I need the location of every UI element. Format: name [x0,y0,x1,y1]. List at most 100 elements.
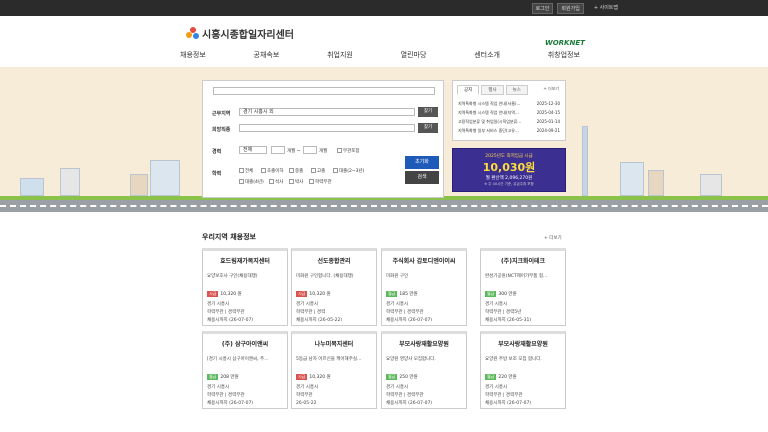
reset-button[interactable]: 초기화 [405,156,439,169]
edu-option-college4[interactable]: 대졸(4년) [239,179,264,185]
company-name: 효드림재가복지센터 [220,258,270,265]
job-card[interactable]: (주)지크화이테크 완성기공원(NCT제어가부품 협… 월급 300 만원 경기 시흥시… [480,248,566,326]
edu-option-text: 학력무관 [315,180,332,185]
edu-option-middle[interactable]: 중졸 [289,168,303,174]
edu-option-high[interactable]: 고졸 [311,168,325,174]
career-month-from-text: 개월 ~ [287,149,301,154]
notice-date: 2024-09-21 [536,128,560,133]
tab-notice[interactable]: 공지 [457,85,480,95]
keyword-input[interactable] [213,87,435,95]
edu-option-any[interactable]: 학력무관 [309,179,332,185]
pay-amount: 10,320 원 [220,292,242,297]
pay-info: 시급 10,320 원 [203,291,287,297]
education-label: 학력 [212,171,222,177]
job-type-label: 희망직종 [212,127,231,133]
job-type-input[interactable] [239,124,415,132]
nav-item-about[interactable]: 센터소개 [474,50,500,60]
job-card[interactable]: 효드림재가복지센터 요양보호사 구인(채용대행) 시급 10,320 원 경기 시흥시 학… [202,248,288,326]
edu-option-text: 대졸(4년) [245,180,264,185]
edu-option-all[interactable]: 전체 [239,168,253,174]
job-deadline: 채용시까지 (26-07-07) [386,401,433,406]
pay-amount: 220 만원 [498,375,517,380]
job-description: 요양원 주방 보조 모집 합니다. [485,357,542,362]
job-deadline: 채용시까지 (26-07-07) [386,318,433,323]
pay-amount: 10,320 원 [309,292,331,297]
pay-info: 월급 300 만원 [481,291,565,297]
career-from-input[interactable] [271,146,285,154]
pay-info: 월급 208 만원 [203,374,287,380]
top-utility-bar: 로그인 회원가입 + 사이트맵 [0,0,768,16]
job-location: 경기 시흥시 [386,302,409,307]
minimum-wage-banner[interactable]: 2025년도 최저임금 시급 10,030원 월 환산액 2,096,270원 … [452,148,566,192]
nav-item-recruit-news[interactable]: 공채속보 [254,50,280,60]
region-search-button[interactable]: 찾기 [418,107,438,117]
notice-title: 지역특화형 일부 서비스 중단(고유… [458,128,519,133]
notice-date: 2025-04-15 [536,110,560,115]
notice-title: 지역특화형 시스템 직업 안내(서울)… [458,101,521,106]
main-visual: 근무지역 경기 시흥시 외 찾기 희망직종 찾기 경력 전체 개월 ~ 개월 무… [0,67,768,212]
nav-item-startup[interactable]: 취창업정보 [548,50,580,60]
career-select[interactable]: 전체 [239,146,267,154]
edu-option-text: 중졸 [295,169,304,174]
road-strip [0,200,768,212]
list-item[interactable]: 고용직업분류 및 취업일(시직업분류… 2025-01-14 [453,117,565,126]
job-card[interactable]: 부모사랑재활요양원 요양원 영양사 모집합니다. 월급 250 만원 경기 시흥시 학력무… [381,331,467,409]
job-deadline: 채용시까지 (26-05-31) [485,318,532,323]
edu-option-master[interactable]: 석사 [269,179,283,185]
site-logo[interactable]: 시흥시종합일자리센터 [186,26,294,41]
pay-info: 월급 185 만원 [382,291,466,297]
edu-option-elementary[interactable]: 초졸이하 [261,168,284,174]
tab-event[interactable]: 행사 [481,85,504,95]
pay-amount: 185 만원 [399,292,418,297]
pay-type-badge: 시급 [207,291,219,297]
pay-amount: 208 만원 [220,375,239,380]
pay-info: 시급 10,320 원 [292,291,376,297]
login-link[interactable]: 로그인 [531,3,554,14]
edu-option-college2[interactable]: 대졸(2~3년) [333,168,364,174]
pay-type-badge: 월급 [386,374,398,380]
job-location: 경기 시흥시 [386,385,409,390]
building-illustration [620,162,644,196]
section-more-link[interactable]: + 더보기 [544,235,562,241]
company-name: (주)지크화이테크 [500,258,546,265]
list-item[interactable]: 지역특화형 시스템 직업 안내(서울)… 2025-12-30 [453,99,565,108]
tower-illustration [582,126,588,196]
sitemap-link[interactable]: + 사이트맵 [594,3,618,14]
nav-item-open-forum[interactable]: 열린마당 [401,50,427,60]
career-any-checkbox[interactable]: 무관포함 [337,148,360,154]
worknet-text: WORKNET [545,39,585,47]
job-description: 5등급 남자 어르신을 케어해주실… [296,357,362,362]
job-card[interactable]: 부모사랑재활요양원 요양원 주방 보조 모집 합니다. 월급 220 만원 경기 시흥시… [480,331,566,409]
utility-links: 로그인 회원가입 + 사이트맵 [531,3,618,14]
notice-date: 2025-12-30 [536,101,560,106]
job-requirements: 학력무관 | 경력무관 [485,393,523,398]
worknet-logo[interactable]: WORKNET [545,39,585,47]
region-input[interactable]: 경기 시흥시 외 [239,108,415,116]
edu-option-text: 전체 [245,169,254,174]
job-card[interactable]: 선도종합관리 미화원 구인합니다. (채용대행) 시급 10,320 원 경기 시흥시 학… [291,248,377,326]
company-name: 부모사랑재활요양원 [399,341,449,348]
tab-news[interactable]: 뉴스 [505,85,528,95]
join-link[interactable]: 회원가입 [557,3,584,14]
job-requirements: 학력무관 | 경력무관 [207,393,245,398]
job-card[interactable]: (주) 삼구아이앤씨 [경기 시흥시 삼구아이앤씨, 주… 월급 208 만원 경기 시… [202,331,288,409]
job-card[interactable]: 나누미복지센터 5등급 남자 어르신을 케어해주실… 시급 10,320 원 경기 시흥… [291,331,377,409]
company-name: 주식회사 갑토디엔이이씨 [392,258,456,265]
pay-type-badge: 월급 [485,374,497,380]
list-item[interactable]: 지역특화형 시스템 직업 안내(지역… 2025-04-15 [453,108,565,117]
job-card[interactable]: 주식회사 갑토디엔이이씨 미화원 구인 월급 185 만원 경기 시흥시 학력무관 | 경… [381,248,467,326]
job-type-search-button[interactable]: 찾기 [418,123,438,133]
career-to-input[interactable] [303,146,317,154]
edu-option-text: 석사 [275,180,284,185]
nav-item-support[interactable]: 취업지원 [327,50,353,60]
job-description: [경기 시흥시 삼구아이앤씨, 주… [207,357,269,362]
banner-monthly: 월 환산액 2,096,270원 [485,176,533,181]
edu-option-doctor[interactable]: 박사 [289,179,303,185]
list-item[interactable]: 지역특화형 일부 서비스 중단(고유… 2024-09-21 [453,126,565,135]
nav-item-jobs[interactable]: 채용정보 [180,50,206,60]
notice-more-link[interactable]: + 더보기 [543,86,559,92]
job-location: 경기 시흥시 [485,385,508,390]
notice-date: 2025-01-14 [536,119,560,124]
banner-wage: 10,030원 [482,161,536,174]
search-button[interactable]: 검색 [405,171,439,184]
